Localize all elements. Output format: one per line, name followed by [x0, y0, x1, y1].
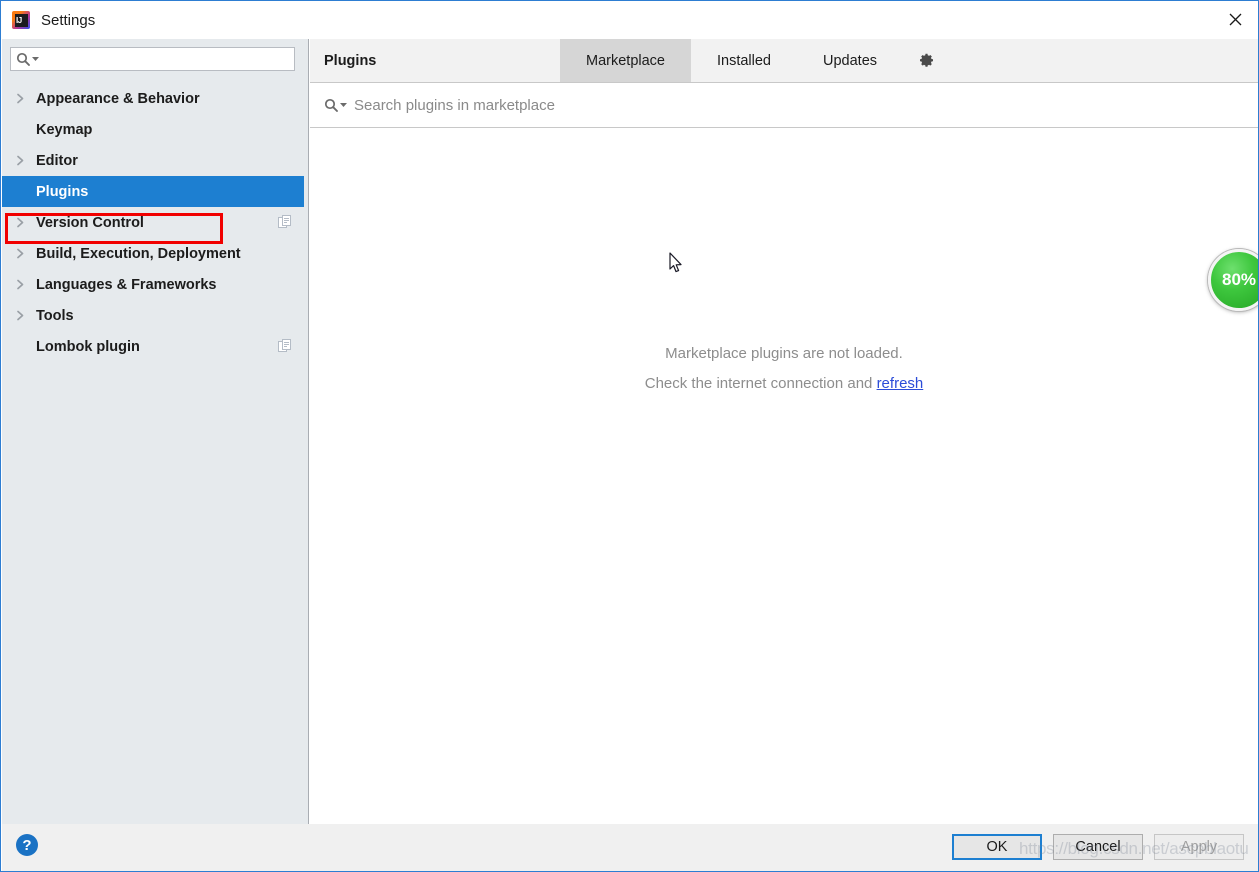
close-icon[interactable]	[1212, 1, 1258, 38]
settings-sidebar: Appearance & Behavior Keymap Editor Plug…	[2, 39, 304, 824]
marketplace-search-box[interactable]	[310, 83, 1258, 128]
chevron-right-icon[interactable]	[16, 155, 36, 166]
settings-dialog: IJ Settings Appearance & Behavior Keymap…	[0, 0, 1259, 872]
chevron-right-icon[interactable]	[16, 310, 36, 321]
intellij-idea-icon: IJ	[12, 11, 30, 29]
sidebar-item-label: Lombok plugin	[36, 338, 140, 355]
refresh-link[interactable]: refresh	[877, 375, 924, 392]
marketplace-search-input[interactable]	[354, 96, 1054, 114]
project-scope-icon	[278, 339, 292, 358]
sidebar-item-plugins[interactable]: Plugins	[2, 176, 304, 207]
search-icon	[324, 98, 339, 113]
sidebar-item-label: Build, Execution, Deployment	[36, 245, 241, 262]
sidebar-item-label: Plugins	[36, 183, 89, 200]
window-title: Settings	[41, 11, 96, 29]
chevron-right-icon[interactable]	[16, 279, 36, 290]
empty-state-line-2-prefix: Check the internet connection and	[644, 375, 877, 392]
search-icon	[16, 52, 31, 67]
plugins-panel: Plugins Marketplace Installed Updates Se…	[310, 39, 1258, 824]
dialog-footer: ? OK Cancel Apply	[2, 824, 1258, 871]
dropdown-arrow-icon[interactable]	[31, 50, 40, 68]
page-title: Plugins	[324, 52, 377, 69]
sidebar-item-label: Editor	[36, 152, 78, 169]
empty-state-line-2: Check the internet connection and refres…	[310, 369, 1258, 399]
plugins-header: Plugins Marketplace Installed Updates	[310, 39, 1258, 83]
chevron-right-icon[interactable]	[16, 93, 36, 104]
sidebar-item-label: Version Control	[36, 214, 144, 231]
sidebar-item-languages-frameworks[interactable]: Languages & Frameworks	[2, 269, 304, 300]
sidebar-item-lombok-plugin[interactable]: Lombok plugin	[2, 331, 304, 362]
dropdown-arrow-icon[interactable]	[339, 96, 348, 114]
tab-installed[interactable]: Installed	[691, 39, 797, 82]
ok-button[interactable]: OK	[952, 834, 1042, 860]
sidebar-item-build-execution-deployment[interactable]: Build, Execution, Deployment	[2, 238, 304, 269]
sidebar-splitter[interactable]	[304, 39, 309, 824]
chevron-right-icon[interactable]	[16, 248, 36, 259]
tab-marketplace[interactable]: Marketplace	[560, 39, 691, 82]
project-scope-icon	[278, 215, 292, 234]
gear-icon[interactable]	[903, 39, 949, 82]
sidebar-item-label: Keymap	[36, 121, 93, 138]
sidebar-search-input[interactable]	[43, 51, 293, 67]
sidebar-item-label: Languages & Frameworks	[36, 276, 217, 293]
cancel-button[interactable]: Cancel	[1053, 834, 1143, 860]
apply-button: Apply	[1154, 834, 1244, 860]
title-bar: IJ Settings	[1, 1, 1258, 39]
empty-state-line-1: Marketplace plugins are not loaded.	[665, 345, 903, 362]
sidebar-search-box[interactable]	[10, 47, 295, 71]
sidebar-item-keymap[interactable]: Keymap	[2, 114, 304, 145]
sidebar-item-editor[interactable]: Editor	[2, 145, 304, 176]
help-button[interactable]: ?	[16, 834, 38, 856]
tab-updates[interactable]: Updates	[797, 39, 903, 82]
chevron-right-icon[interactable]	[16, 217, 36, 228]
empty-state-message: Marketplace plugins are not loaded. Chec…	[310, 339, 1258, 399]
sidebar-item-tools[interactable]: Tools	[2, 300, 304, 331]
sidebar-item-label: Appearance & Behavior	[36, 90, 200, 107]
sidebar-item-version-control[interactable]: Version Control	[2, 207, 304, 238]
settings-tree: Appearance & Behavior Keymap Editor Plug…	[2, 83, 304, 362]
sidebar-item-label: Tools	[36, 307, 74, 324]
sidebar-item-appearance-behavior[interactable]: Appearance & Behavior	[2, 83, 304, 114]
